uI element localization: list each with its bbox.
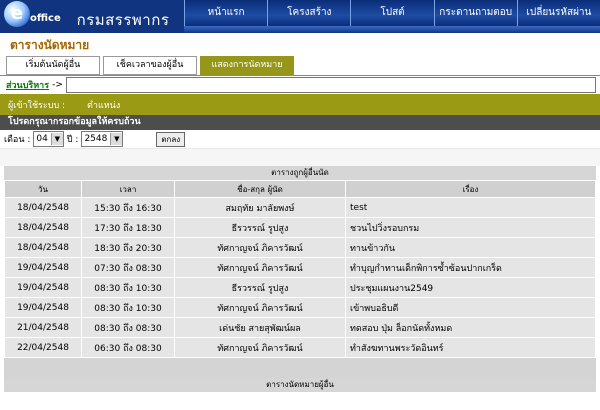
cell-subject: เข้าพบอธิบดี [345,297,596,318]
appointments-by-others-panel: ตารางถูกผู้อื่นนัด วัน เวลา ชื่อ-สกุล ผู… [4,166,596,358]
spacer [0,148,600,166]
cell-subject: ชวนไปวิ่งรอบกรม [345,217,596,238]
org-path-row: ส่วนบริหาร -> [0,76,600,94]
month-label: เดือน : [4,135,31,145]
table-row: 19/04/2548 08:30 ถึง 10:30 ทัศกาญจน์ ภิค… [4,297,596,318]
col-date: วัน [4,180,82,198]
chevron-down-icon: ▼ [110,133,123,145]
cell-time: 08:30 ถึง 08:30 [81,317,175,338]
cell-date: 19/04/2548 [4,257,82,278]
org-link[interactable]: ส่วนบริหาร [6,78,49,92]
cell-date: 18/04/2548 [4,197,82,218]
cell-subject: ทำสังฆทานพระวัดอินทร์ [345,337,596,358]
table-row: 18/04/2548 18:30 ถึง 20:30 ทัศกาญจน์ ภิค… [4,237,596,258]
cell-name: ทัศกาญจน์ ภิคารวัฒน์ [174,237,346,258]
filter-row: เดือน : 04 ▼ ปี : 2548 ▼ ตกลง [0,130,600,148]
tab-show-appointments[interactable]: แสดงการนัดหมาย [200,56,294,75]
chevron-down-icon: ▼ [50,133,63,145]
cell-time: 08:30 ถึง 10:30 [81,277,175,298]
nav-structure[interactable]: โครงสร้าง [267,0,351,26]
table-title: ตารางนัดหมายผู้อื่น [4,378,596,392]
top-banner: e office กรมสรรพากร หน้าแรก โครงสร้าง โป… [0,0,600,33]
cell-date: 19/04/2548 [4,277,82,298]
cell-name: ทัศกาญจน์ ภิคารวัฒน์ [174,297,346,318]
tab-check-others-time[interactable]: เช็คเวลาของผู้อื่น [103,56,197,75]
cell-name: สมฤทัย มาลัยพงษ์ [174,197,346,218]
cell-date: 21/04/2548 [4,317,82,338]
appointments-table: วัน เวลา ชื่อ-สกุล ผู้นัด เรื่อง 18/04/2… [4,180,596,358]
brand-title: กรมสรรพากร [76,11,170,29]
cell-name: เด่นชัย สายสุพัฒน์ผล [174,317,346,338]
main-nav: หน้าแรก โครงสร้าง โปสต์ กระดานถามตอบ เปล… [184,0,600,26]
table-row: 18/04/2548 17:30 ถึง 18:30 ธีรวรรณ์ รูปส… [4,217,596,238]
year-select[interactable]: 2548 ▼ [81,131,124,147]
tab-start-appointment[interactable]: เริ่มต้นนัดผู้อื่น [6,56,100,75]
cell-date: 18/04/2548 [4,237,82,258]
table-row: 22/04/2548 06:30 ถึง 08:30 ทัศกาญจน์ ภิค… [4,337,596,358]
col-name: ชื่อ-สกุล ผู้นัด [174,180,346,198]
cell-date: 18/04/2548 [4,217,82,238]
page-title: ตารางนัดหมาย [0,33,600,55]
nav-home[interactable]: หน้าแรก [184,0,268,26]
cell-subject: ทานข้าวกัน [345,237,596,258]
cell-name: ทัศกาญจน์ ภิคารวัฒน์ [174,337,346,358]
ok-button[interactable]: ตกลง [156,131,186,147]
nav-strip [184,26,600,33]
cell-name: ทัศกาญจน์ ภิคารวัฒน์ [174,257,346,278]
table-row: 21/04/2548 08:30 ถึง 08:30 เด่นชัย สายสุ… [4,317,596,338]
table-row: 19/04/2548 08:30 ถึง 10:30 ธีรวรรณ์ รูปส… [4,277,596,298]
month-select[interactable]: 04 ▼ [33,131,64,147]
cell-time: 15:30 ถึง 16:30 [81,197,175,218]
tab-bar: เริ่มต้นนัดผู้อื่น เช็คเวลาของผู้อื่น แส… [0,55,600,75]
cell-subject: ประชุมแผนงาน2549 [345,277,596,298]
col-time: เวลา [81,180,175,198]
cell-name: ธีรวรรณ์ รูปสูง [174,217,346,238]
spacer [4,358,596,378]
org-path-input[interactable] [65,77,596,93]
cell-subject: ทดสอบ ปุ่ม ล็อกนัดทั้งหมด [345,317,596,338]
year-value: 2548 [84,134,108,144]
instruction-bar: โปรดกรุณากรอกข้อมูลให้ครบถ้วน [0,115,600,130]
logo-text: office [30,13,61,24]
logo-globe-icon: e [4,1,30,27]
cell-name: ธีรวรรณ์ รูปสูง [174,277,346,298]
path-arrow: -> [52,80,63,90]
cell-time: 08:30 ถึง 10:30 [81,297,175,318]
cell-time: 17:30 ถึง 18:30 [81,217,175,238]
table-row: 19/04/2548 07:30 ถึง 08:30 ทัศกาญจน์ ภิค… [4,257,596,278]
table-title: ตารางถูกผู้อื่นนัด [4,166,596,180]
col-subject: เรื่อง [345,180,596,198]
nav-post[interactable]: โปสต์ [350,0,434,26]
year-label: ปี : [66,135,79,145]
cell-date: 19/04/2548 [4,297,82,318]
user-info-bar: ผู้เข้าใช้ระบบ : ตำแหน่ง [0,94,600,115]
cell-time: 18:30 ถึง 20:30 [81,237,175,258]
eoffice-logo: e office [0,0,62,33]
cell-time: 07:30 ถึง 08:30 [81,257,175,278]
table-row: 18/04/2548 15:30 ถึง 16:30 สมฤทัย มาลัยพ… [4,197,596,218]
nav-forum[interactable]: กระดานถามตอบ [433,0,517,26]
user-label: ผู้เข้าใช้ระบบ : [8,100,66,111]
cell-subject: ทำบุญกำทานเด็กพิการซ้ำซ้อนปากเกร็ด [345,257,596,278]
position-label: ตำแหน่ง [87,100,121,111]
cell-date: 22/04/2548 [4,337,82,358]
table-header-row: วัน เวลา ชื่อ-สกุล ผู้นัด เรื่อง [4,180,596,198]
cell-subject: test [345,197,596,218]
nav-change-password[interactable]: เปลี่ยนรหัสผ่าน [516,0,600,26]
month-value: 04 [36,134,48,144]
cell-time: 06:30 ถึง 08:30 [81,337,175,358]
